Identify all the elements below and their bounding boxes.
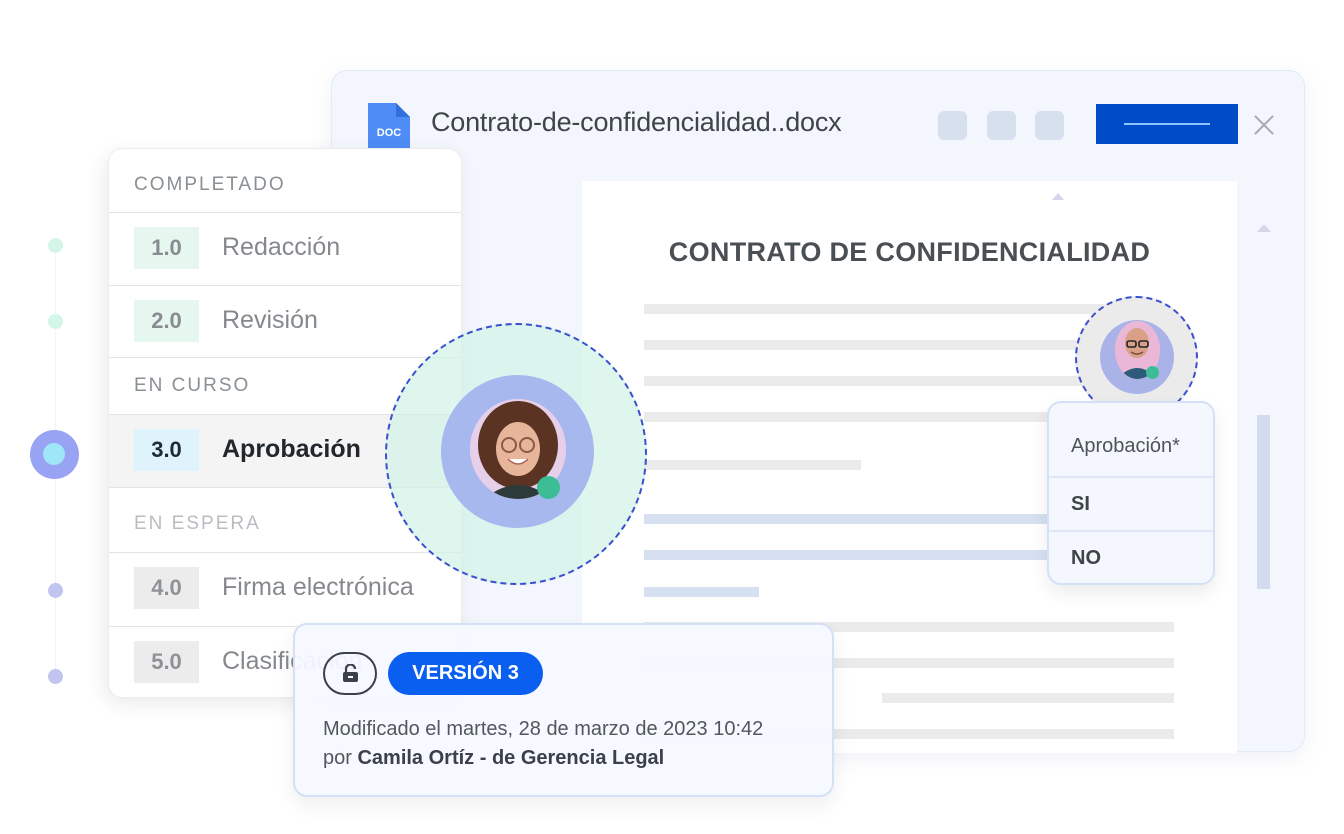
step-label: Redacción — [222, 233, 341, 261]
step-number: 5.0 — [134, 641, 199, 683]
document-heading: CONTRATO DE CONFIDENCIALIDAD — [668, 237, 1151, 267]
close-icon[interactable] — [1250, 111, 1278, 139]
lock-toggle-button[interactable] — [323, 652, 377, 695]
author-name: Camila Ortíz - de Gerencia Legal — [357, 747, 665, 769]
workflow-step-firma-electronica[interactable]: 4.0 Firma electrónica — [109, 553, 461, 625]
step-number: 2.0 — [134, 300, 199, 342]
primary-action-button[interactable] — [1096, 104, 1238, 144]
modified-by: por Camila Ortíz - de Gerencia Legal — [323, 747, 664, 770]
highlighted-text-line — [644, 587, 759, 597]
option-label: NO — [1071, 547, 1101, 569]
approval-option-no[interactable]: NO — [1049, 532, 1213, 583]
modified-by-prefix: por — [323, 747, 352, 769]
doc-file-icon: DOC — [368, 103, 410, 149]
scrollbar-thumb[interactable] — [1257, 415, 1270, 589]
button-label-placeholder — [1124, 123, 1210, 125]
version-badge: VERSIÓN 3 — [388, 652, 543, 695]
toolbar-button[interactable] — [938, 111, 967, 140]
workflow-step-redaccion[interactable]: 1.0 Redacción — [109, 213, 461, 285]
step-number: 3.0 — [134, 429, 199, 471]
timeline-dot-current — [30, 430, 79, 479]
approval-field-label: Aprobación* — [1071, 435, 1180, 457]
online-status-icon — [1146, 366, 1159, 379]
text-line — [644, 304, 1169, 314]
timeline-dot-completed — [48, 314, 63, 329]
text-line — [644, 460, 861, 470]
scrollbar-up-arrow-icon[interactable] — [1257, 224, 1271, 232]
modified-date: Modificado el martes, 28 de marzo de 202… — [323, 718, 764, 740]
file-type-label: DOC — [377, 127, 402, 139]
timeline-dot-waiting — [48, 669, 63, 684]
highlighted-text-line — [644, 550, 1089, 560]
divider — [109, 357, 461, 358]
online-status-icon — [537, 476, 560, 499]
text-line — [882, 693, 1174, 703]
timeline-dot-completed — [48, 238, 63, 253]
highlighted-text-line — [644, 514, 1089, 524]
step-label: Aprobación — [222, 435, 361, 463]
timeline-dot-waiting — [48, 583, 63, 598]
step-number: 4.0 — [134, 567, 199, 609]
section-in-progress-label: EN CURSO — [134, 375, 251, 396]
scroll-up-caret-icon[interactable] — [1052, 193, 1064, 200]
section-completed-label: COMPLETADO — [134, 174, 286, 195]
workflow-step-revision[interactable]: 2.0 Revisión — [109, 286, 461, 358]
step-label: Revisión — [222, 306, 318, 334]
version-info-card: VERSIÓN 3 Modificado el martes, 28 de ma… — [293, 623, 834, 797]
section-waiting-label: EN ESPERA — [134, 513, 261, 534]
text-line — [644, 412, 1114, 422]
option-label: SI — [1071, 493, 1090, 515]
unlocked-padlock-icon — [343, 664, 358, 682]
toolbar-button[interactable] — [987, 111, 1016, 140]
approval-option-si[interactable]: SI — [1049, 478, 1213, 530]
approval-dropdown[interactable]: Aprobación* SI NO — [1047, 401, 1215, 585]
step-number: 1.0 — [134, 227, 199, 269]
file-name: Contrato-de-confidencialidad..docx — [431, 107, 842, 137]
toolbar-button[interactable] — [1035, 111, 1064, 140]
step-label: Firma electrónica — [222, 573, 414, 601]
